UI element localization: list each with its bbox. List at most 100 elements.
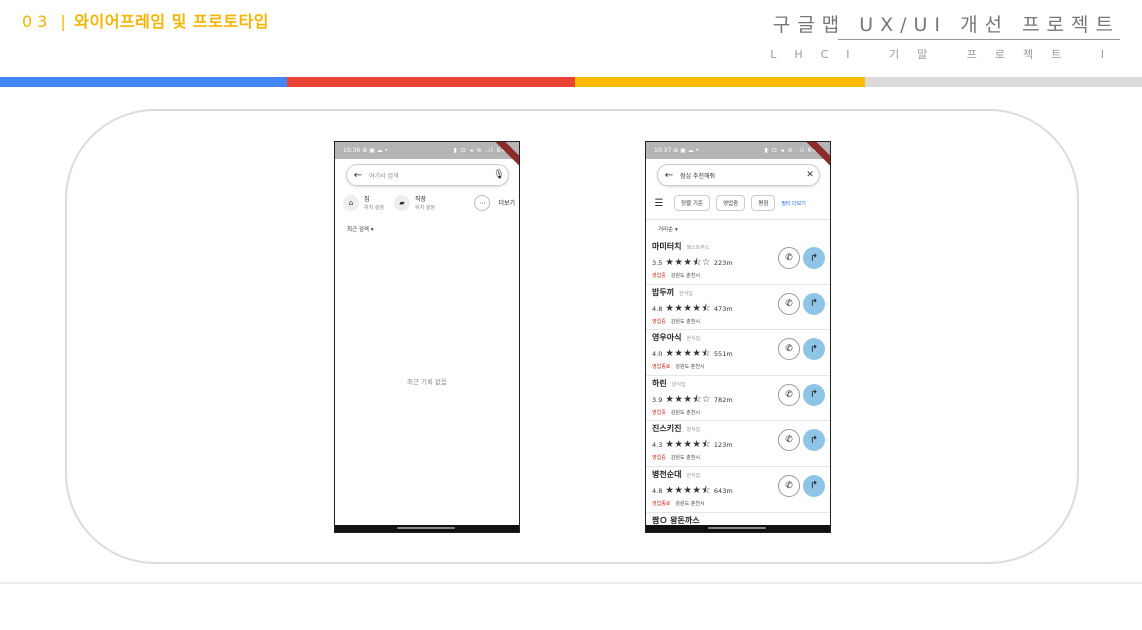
- search-input[interactable]: 여기서 검색: [369, 171, 490, 180]
- result-status: 영업중: [652, 455, 666, 462]
- result-item[interactable]: 병천순대 한식집 4.8 ★★★★⯪ 643m 영업종료 강원도 춘천시 ✆ ↱: [646, 467, 830, 513]
- filter-chip-rating[interactable]: 평점: [751, 195, 776, 211]
- phone-icon[interactable]: ✆: [778, 383, 800, 406]
- result-rating: 4.8: [652, 486, 663, 495]
- directions-icon[interactable]: ↱: [803, 474, 825, 497]
- result-name: 진스키진: [652, 424, 682, 434]
- star-rating-icon: ★★★★⯪: [665, 348, 711, 360]
- home-indicator[interactable]: [397, 527, 455, 529]
- result-item[interactable]: 영우아식 한식집 4.0 ★★★★⯪ 551m 영업종료 강원도 춘천시 ✆ ↱: [646, 330, 830, 376]
- result-rating: 4.0: [652, 350, 663, 359]
- google-color-bar: [0, 77, 1142, 87]
- result-address: 강원도 춘천시: [675, 364, 705, 371]
- result-distance: 643m: [713, 486, 733, 495]
- more-filters-link[interactable]: 필터 더보기: [781, 200, 806, 207]
- result-rating: 3.5: [652, 259, 663, 267]
- arrow-left-icon[interactable]: ←: [347, 170, 369, 181]
- star-rating-icon: ★★★★⯪: [665, 439, 711, 451]
- empty-history-message: 최근 기록 없음: [406, 378, 447, 386]
- status-bar: 10:36 ⊕ ▣ ☁ • ▮ ⊡ ◂ ≋ .ıl 64%: [335, 142, 519, 159]
- directions-icon[interactable]: ↱: [803, 383, 825, 406]
- result-list: 마미터치 패스트푸드 3.5 ★★★⯪☆ 223m 영업중 강원도 춘천시 ✆ ↱ 밥두…: [646, 239, 830, 513]
- result-category: 패스트푸드: [686, 245, 710, 251]
- result-distance: 782m: [713, 395, 733, 404]
- result-address: 강원도 춘천시: [670, 455, 701, 462]
- project-title-rule: [838, 39, 1120, 40]
- result-category: 한식집: [686, 336, 701, 343]
- result-item[interactable]: 마미터치 패스트푸드 3.5 ★★★⯪☆ 223m 영업중 강원도 춘천시 ✆ ↱: [646, 239, 830, 285]
- result-name: 하린: [652, 378, 667, 388]
- shortcut-home[interactable]: ⌂ 집 위치 설정: [343, 194, 384, 211]
- result-status: 영업종료: [652, 500, 671, 507]
- result-name: 영우아식: [652, 333, 682, 343]
- result-status: 영업중: [652, 409, 666, 416]
- directions-icon[interactable]: ↱: [803, 292, 825, 315]
- search-input[interactable]: 점심 추천해줘: [680, 171, 801, 180]
- result-rating: 4.8: [652, 304, 663, 313]
- color-bar-blue: [0, 77, 287, 87]
- directions-icon[interactable]: ↱: [803, 247, 825, 269]
- more-button[interactable]: ⋯ 더보기: [474, 194, 515, 211]
- result-category: 한식집: [679, 290, 693, 297]
- color-bar-red: [287, 77, 575, 87]
- star-rating-icon: ★★★★⯪: [665, 484, 711, 496]
- result-item[interactable]: 하린 양식집 3.9 ★★★⯪☆ 782m 영업중 강원도 춘천시 ✆ ↱: [646, 376, 830, 422]
- close-icon[interactable]: ✕: [801, 170, 819, 180]
- dropdown-icon: ▾: [370, 227, 374, 233]
- divider: [646, 219, 830, 220]
- slide-title: 03 | 와이어프레임 및 프로토타입: [22, 8, 269, 32]
- home-icon: ⌂: [343, 194, 359, 211]
- star-rating-icon: ★★★⯪☆: [665, 393, 711, 405]
- result-item[interactable]: 진스키진 양식집 4.3 ★★★★⯪ 123m 영업중 강원도 춘천시 ✆ ↱: [646, 421, 830, 467]
- shortcut-home-sub: 위치 설정: [364, 205, 384, 211]
- section-number: 03: [22, 12, 53, 31]
- result-item[interactable]: 밥두끼 한식집 4.8 ★★★★⯪ 473m 영업중 강원도 춘천시 ✆ ↱: [646, 285, 830, 331]
- result-category: 양식집: [686, 427, 701, 434]
- result-distance: 223m: [713, 259, 733, 267]
- status-icons: ⊕ ▣ ☁ •: [362, 147, 389, 154]
- filter-row: ☰ 정렬 기준 영업중 평점 필터 더보기: [652, 194, 828, 212]
- shortcut-home-label: 집: [364, 196, 370, 203]
- tune-icon[interactable]: ☰: [652, 198, 666, 209]
- dropdown-icon: ▾: [674, 227, 678, 233]
- recent-search-dropdown[interactable]: 최근 검색 ▾: [347, 225, 374, 233]
- search-bar[interactable]: ← 여기서 검색 🎙: [346, 164, 509, 186]
- star-rating-icon: ★★★★⯪: [665, 302, 711, 314]
- result-name: 마미터치: [652, 242, 682, 251]
- status-time: 10:37: [654, 147, 672, 154]
- result-distance: 123m: [713, 441, 733, 450]
- phone-icon[interactable]: ✆: [778, 247, 800, 269]
- result-address: 강원도 춘천시: [670, 273, 701, 279]
- phone-icon[interactable]: ✆: [778, 292, 800, 315]
- briefcase-icon: ▰: [394, 194, 410, 211]
- search-bar[interactable]: ← 점심 추천해줘 ✕: [657, 164, 820, 186]
- result-address: 강원도 춘천시: [670, 409, 701, 416]
- recent-search-label: 최근 검색: [347, 227, 369, 233]
- shortcut-row: ⌂ 집 위치 설정 ▰ 직장 위치 설정 ⋯ 더보기: [343, 194, 515, 211]
- phone-icon[interactable]: ✆: [778, 474, 800, 497]
- result-rating: 4.3: [652, 441, 663, 450]
- sort-label: 거리순: [658, 227, 674, 233]
- nav-bar: [646, 525, 830, 532]
- home-indicator[interactable]: [708, 527, 766, 529]
- arrow-left-icon[interactable]: ←: [658, 170, 680, 181]
- bottom-rule: [0, 582, 1142, 584]
- phone-search-home: 10:36 ⊕ ▣ ☁ • ▮ ⊡ ◂ ≋ .ıl 64% ← 여기서 검색 🎙…: [334, 141, 520, 533]
- result-status: 영업중: [652, 318, 666, 325]
- more-label: 더보기: [498, 200, 515, 207]
- filter-chip-sort[interactable]: 정렬 기준: [674, 195, 710, 211]
- nav-bar: [335, 525, 519, 532]
- mic-icon[interactable]: 🎙: [490, 170, 508, 180]
- result-name: 밥두끼: [652, 287, 675, 297]
- result-address: 강원도 춘천시: [670, 318, 701, 325]
- more-horiz-icon: ⋯: [474, 194, 491, 211]
- filter-chip-open[interactable]: 영업중: [716, 195, 746, 211]
- sort-dropdown[interactable]: 거리순 ▾: [658, 225, 678, 233]
- result-category: 한식집: [686, 472, 701, 479]
- phone-search-results: 10:37 ⊕ ▣ ☁ • ▮ ⊡ ◂ ≋ .ıl 64% ← 점심 추천해줘 …: [645, 141, 831, 533]
- result-status: 영업종료: [652, 364, 671, 371]
- section-title: 와이어프레임 및 프로토타입: [74, 12, 270, 31]
- result-name: 병천순대: [652, 469, 682, 479]
- shortcut-work[interactable]: ▰ 직장 위치 설정: [394, 194, 435, 211]
- color-bar-gray: [865, 77, 1142, 87]
